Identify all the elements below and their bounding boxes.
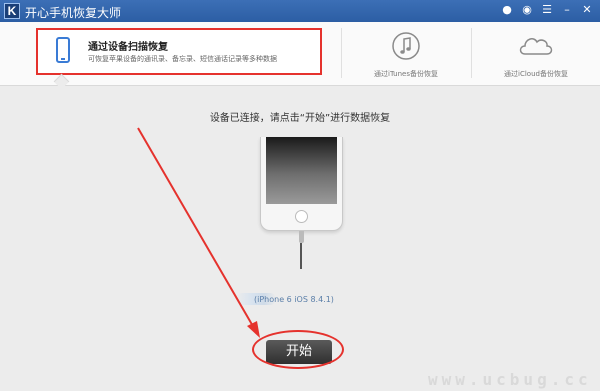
watermark: www.ucbug.cc bbox=[428, 370, 592, 389]
annotation-arrow bbox=[137, 127, 260, 338]
